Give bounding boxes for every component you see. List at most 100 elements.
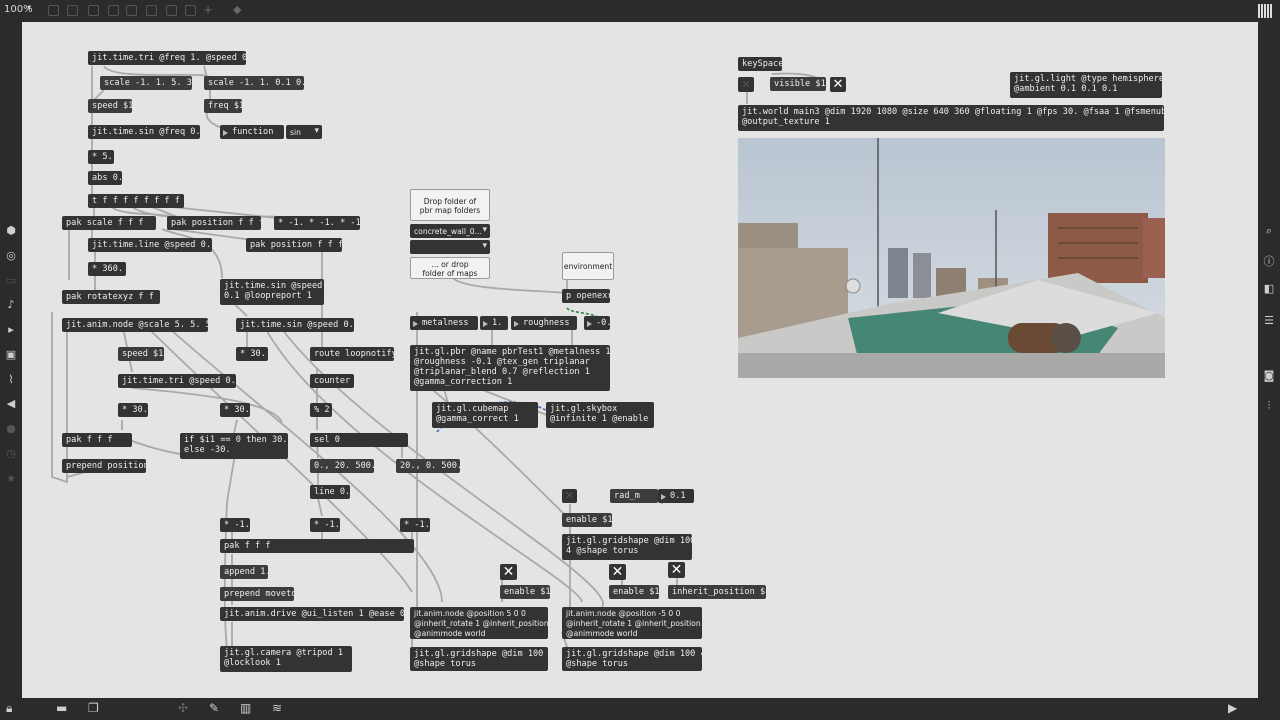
sidebar-icon[interactable]: ◧: [1258, 282, 1280, 295]
obj-pak-rotatexyz[interactable]: pak rotatexyz f f f: [62, 290, 160, 304]
info-icon[interactable]: ⓘ: [1258, 253, 1280, 269]
presentation-icon[interactable]: ▸: [0, 323, 22, 336]
obj-counter[interactable]: counter: [310, 374, 354, 388]
msg-freq-1[interactable]: freq $1: [204, 99, 242, 113]
msg-enable-1[interactable]: enable $1: [562, 513, 612, 527]
obj-prepend-position[interactable]: prepend position: [62, 459, 146, 473]
search-icon[interactable]: ⌕: [1258, 224, 1280, 238]
obj-gl-skybox[interactable]: jit.gl.skybox @infinite 1 @enable 1: [546, 402, 654, 428]
obj-pak-fff-2[interactable]: pak f f f: [220, 539, 414, 553]
pin-icon[interactable]: ◀: [0, 397, 22, 410]
obj-time-sin-2[interactable]: jit.time.sin @speed 0.1 @loopreport 1: [220, 279, 324, 305]
obj-key-space[interactable]: keySpace: [738, 57, 782, 71]
obj-mul-5[interactable]: * 5.: [88, 150, 114, 164]
obj-line[interactable]: line 0.: [310, 485, 350, 499]
obj-anim-node-1[interactable]: jit.anim.node @scale 5. 5. 5.: [62, 318, 208, 332]
obj-mul-30-b[interactable]: * 30.: [118, 403, 148, 417]
obj-negate-1[interactable]: * -1.: [220, 518, 250, 532]
msg-append[interactable]: append 1.: [220, 565, 268, 579]
paint-icon[interactable]: ◆: [233, 3, 241, 16]
obj-gridshape-2[interactable]: jit.gl.gridshape @dim 100 4 @shape torus: [410, 647, 548, 671]
zoom-chevron-icon[interactable]: ▾: [27, 3, 31, 12]
msg-enable-3[interactable]: enable $1: [609, 585, 659, 599]
wrench-icon[interactable]: ✎: [209, 701, 219, 715]
debug-icon[interactable]: ✣: [178, 701, 188, 715]
star-icon[interactable]: ★: [0, 472, 22, 485]
list-icon[interactable]: ☰: [1258, 314, 1280, 327]
obj-pak-position-1[interactable]: pak position f f f: [167, 216, 261, 230]
clip-icon[interactable]: ⌇: [0, 373, 22, 386]
sliders-icon[interactable]: ⫶: [1258, 399, 1280, 413]
toggle-x-5[interactable]: ✕: [830, 77, 846, 92]
roughness-menu[interactable]: roughness: [511, 316, 577, 330]
msg-speed-1[interactable]: speed $1: [88, 99, 132, 113]
obj-gl-light[interactable]: jit.gl.light @type hemisphere @ambient 0…: [1010, 72, 1162, 98]
obj-gl-cubemap[interactable]: jit.gl.cubemap @gamma_correct 1: [432, 402, 538, 428]
obj-negate-3[interactable]: * -1.: [400, 518, 430, 532]
msg-rad-m[interactable]: rad_m: [610, 489, 658, 503]
obj-trigger[interactable]: t f f f f f f f f f: [88, 194, 184, 208]
toggle-visible[interactable]: ✕: [738, 77, 754, 92]
toolbar-icon-6[interactable]: [146, 5, 157, 16]
package-icon[interactable]: ⬢: [0, 224, 22, 237]
camera-icon[interactable]: ◙: [1258, 369, 1280, 382]
obj-sel-0[interactable]: sel 0: [310, 433, 408, 447]
obj-negate-multi[interactable]: * -1. * -1. * -1.: [274, 216, 360, 230]
msg-line-1[interactable]: 0., 20. 500.: [310, 459, 374, 473]
msg-speed-2[interactable]: speed $1: [118, 347, 164, 361]
msg-prepend-moveto[interactable]: prepend moveto: [220, 587, 294, 601]
obj-p-openexr[interactable]: p openexr: [562, 289, 610, 303]
obj-pak-fff-1[interactable]: pak f f f: [62, 433, 132, 447]
toggle-x-2[interactable]: ✕: [500, 564, 517, 580]
waveform-icon[interactable]: ≋: [272, 701, 282, 715]
obj-gridshape-1[interactable]: jit.gl.gridshape @dim 100 4 @shape torus: [562, 534, 692, 560]
patcher-canvas[interactable]: jit.time.tri @freq 1. @speed 0.1 scale -…: [22, 22, 1258, 698]
presentation-mode-icon[interactable]: ▬: [56, 701, 67, 715]
toggle-x-4[interactable]: ✕: [668, 562, 685, 578]
blank-menu[interactable]: [410, 240, 490, 254]
obj-mul-360[interactable]: * 360.: [88, 262, 126, 276]
comment-icon[interactable]: ▭: [0, 274, 22, 287]
msg-scale-2[interactable]: scale -1. 1. 0.1 0.5: [204, 76, 304, 90]
grid-icon[interactable]: [1258, 4, 1272, 18]
metalness-number[interactable]: 1.: [480, 316, 508, 330]
toolbar-icon-5[interactable]: [126, 5, 137, 16]
obj-mul-30-c[interactable]: * 30.: [220, 403, 250, 417]
obj-gl-pbr[interactable]: jit.gl.pbr @name pbrTest1 @metalness 1. …: [410, 345, 610, 391]
clock-icon[interactable]: ◷: [0, 447, 22, 460]
msg-inherit-position[interactable]: inherit_position $1: [668, 585, 766, 599]
msg-scale-1[interactable]: scale -1. 1. 5. 3.: [100, 76, 192, 90]
obj-abs[interactable]: abs 0.: [88, 171, 122, 185]
grid-lines-icon[interactable]: ▥: [240, 701, 251, 715]
obj-anim-node-2[interactable]: jit.anim.node @position 5 0 0 @inherit_r…: [410, 607, 548, 639]
metalness-menu[interactable]: metalness: [410, 316, 478, 330]
obj-time-tri-1[interactable]: jit.time.tri @freq 1. @speed 0.1: [88, 51, 246, 65]
obj-jit-world[interactable]: jit.world main3 @dim 1920 1080 @size 640…: [738, 105, 1164, 131]
toolbar-icon-3[interactable]: [88, 5, 99, 16]
folder-menu[interactable]: concrete_wall_0...: [410, 224, 490, 238]
play-icon[interactable]: ▶: [1228, 701, 1237, 715]
compass-icon[interactable]: ●: [0, 422, 22, 435]
msg-line-2[interactable]: 20., 0. 500.: [396, 459, 460, 473]
obj-anim-drive[interactable]: jit.anim.drive @ui_listen 1 @ease 0.1: [220, 607, 404, 621]
toggle-x-3[interactable]: ✕: [609, 564, 626, 580]
function-menu[interactable]: function: [220, 125, 284, 139]
msg-visible[interactable]: visible $1: [770, 77, 826, 91]
roughness-number[interactable]: -0.1: [584, 316, 610, 330]
obj-if-expr[interactable]: if $i1 == 0 then 30. else -30.: [180, 433, 288, 459]
lock-icon[interactable]: 🔒︎: [6, 701, 12, 716]
music-icon[interactable]: ♪: [0, 298, 22, 311]
obj-time-line[interactable]: jit.time.line @speed 0.1: [88, 238, 212, 252]
toggle-x-1[interactable]: ✕: [562, 489, 577, 503]
add-icon[interactable]: +: [203, 3, 213, 17]
obj-gridshape-3[interactable]: jit.gl.gridshape @dim 100 4 @shape torus: [562, 647, 702, 671]
obj-negate-2[interactable]: * -1.: [310, 518, 340, 532]
toolbar-icon-2[interactable]: [67, 5, 78, 16]
obj-pak-scale[interactable]: pak scale f f f: [62, 216, 156, 230]
obj-gl-camera[interactable]: jit.gl.camera @tripod 1 @locklook 1: [220, 646, 352, 672]
toolbar-icon-1[interactable]: [48, 5, 59, 16]
toolbar-icon-8[interactable]: [185, 5, 196, 16]
obj-time-sin-3[interactable]: jit.time.sin @speed 0.1: [236, 318, 354, 332]
image-icon[interactable]: ▣: [0, 348, 22, 361]
toolbar-icon-7[interactable]: [166, 5, 177, 16]
